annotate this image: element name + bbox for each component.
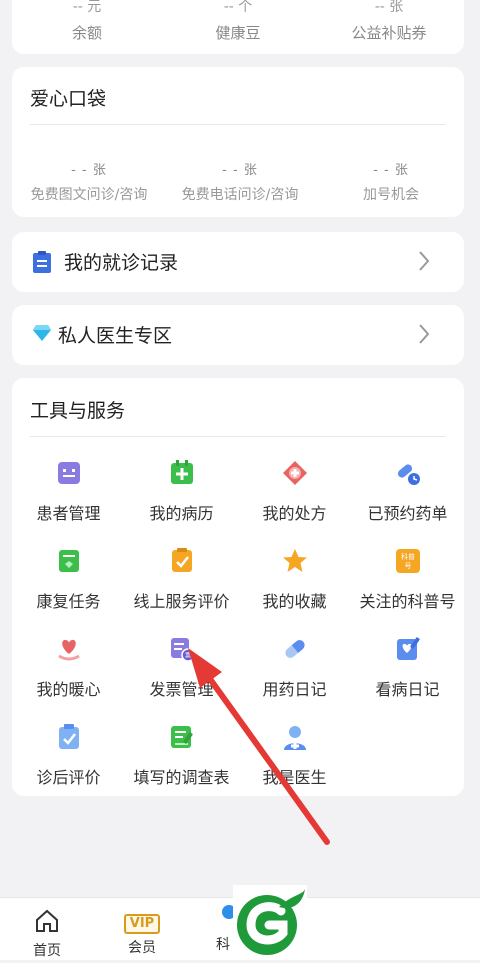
tool-visit-diary[interactable]: 看病日记 <box>351 636 464 700</box>
pocket-extra-appointment-value: - - 张 <box>373 163 409 178</box>
tool-label: 填写的调查表 <box>133 768 230 787</box>
tool-survey[interactable]: 填写的调查表 <box>125 724 238 788</box>
charity-coupon-value: -- 张 <box>374 0 404 15</box>
tool-medical-record[interactable]: 我的病历 <box>125 460 238 524</box>
wallet-card: -- 元 余额 -- 个 健康豆 -- 张 公益补贴券 <box>12 0 464 54</box>
tool-label: 发票管理 <box>149 680 214 699</box>
pocket-free-text-label: 免费图文问诊/咨询 <box>30 187 148 203</box>
medical-record-icon <box>169 460 195 486</box>
chevron-right-icon <box>418 250 430 276</box>
tool-label: 关注的科普号 <box>359 592 456 611</box>
pocket-free-phone-label: 免费电话问诊/咨询 <box>181 187 299 203</box>
visit-records-label: 我的就诊记录 <box>64 252 179 274</box>
service-review-icon <box>169 548 195 574</box>
svg-text:票: 票 <box>184 653 190 660</box>
nav-vip[interactable]: VIP 会员 <box>102 912 182 957</box>
tool-prescription[interactable]: 我的处方 <box>238 460 351 524</box>
private-doctor-row[interactable]: 私人医生专区 <box>12 305 464 365</box>
divider <box>30 124 446 125</box>
patient-management-icon <box>56 460 82 486</box>
love-pocket-card: 爱心口袋 - - 张 免费图文问诊/咨询 - - 张 免费电话问诊/咨询 - -… <box>12 67 464 217</box>
reserved-medicine-icon <box>395 460 421 486</box>
tool-label: 已预约药单 <box>367 504 448 523</box>
pocket-free-phone-consult[interactable]: - - 张 免费电话问诊/咨询 <box>165 159 315 204</box>
recovery-task-icon <box>56 548 82 574</box>
tool-label: 我的处方 <box>262 504 327 523</box>
balance-label: 余额 <box>71 24 102 42</box>
private-doctor-label: 私人医生专区 <box>58 325 173 347</box>
tool-invoice[interactable]: 票 发票管理 <box>125 636 238 700</box>
tool-label: 诊后评价 <box>36 768 101 787</box>
clipboard-icon <box>32 251 52 277</box>
pocket-free-text-consult[interactable]: - - 张 免费图文问诊/咨询 <box>14 159 164 204</box>
charity-coupon-label: 公益补贴券 <box>351 24 427 42</box>
tools-services-card: 工具与服务 患者管理 我的病历 我的处方 已预约药单 康复任务 线上服务评价 我… <box>12 378 464 796</box>
tool-science-account[interactable]: 科普号 关注的科普号 <box>351 548 464 612</box>
pocket-extra-appointment[interactable]: - - 张 加号机会 <box>316 159 466 204</box>
svg-text:科普: 科普 <box>401 552 415 561</box>
tool-favorites[interactable]: 我的收藏 <box>238 548 351 612</box>
pocket-free-text-value: - - 张 <box>71 163 107 178</box>
tool-label: 看病日记 <box>375 680 440 699</box>
nav-home[interactable]: 首页 <box>7 908 87 960</box>
health-beans-value: -- 个 <box>223 0 253 15</box>
tools-services-title: 工具与服务 <box>30 400 126 422</box>
tool-i-am-doctor[interactable]: 我是医生 <box>238 724 351 788</box>
science-account-icon: 科普号 <box>395 548 421 574</box>
svg-text:号: 号 <box>404 562 411 570</box>
favorites-star-icon <box>282 548 308 574</box>
visit-records-row[interactable]: 我的就诊记录 <box>12 232 464 292</box>
pill-diary-icon <box>282 636 308 662</box>
post-visit-review-icon <box>56 724 82 750</box>
tool-label: 我的暖心 <box>36 680 101 699</box>
tool-patient-management[interactable]: 患者管理 <box>12 460 125 524</box>
tool-pill-diary[interactable]: 用药日记 <box>238 636 351 700</box>
vip-icon: VIP <box>123 914 161 934</box>
pocket-free-phone-value: - - 张 <box>222 163 258 178</box>
tool-recovery-task[interactable]: 康复任务 <box>12 548 125 612</box>
tool-label: 康复任务 <box>36 592 101 611</box>
tool-reserved-medicine[interactable]: 已预约药单 <box>351 460 464 524</box>
balance-stat[interactable]: -- 元 余额 <box>12 0 162 43</box>
app-logo <box>233 885 307 959</box>
charity-coupon-stat[interactable]: -- 张 公益补贴券 <box>314 0 464 43</box>
warm-heart-icon <box>56 636 82 662</box>
tool-label: 我的收藏 <box>262 592 327 611</box>
divider <box>30 436 446 437</box>
health-beans-stat[interactable]: -- 个 健康豆 <box>163 0 313 43</box>
prescription-icon <box>282 460 308 486</box>
survey-icon <box>169 724 195 750</box>
tool-label: 我是医生 <box>262 768 327 787</box>
invoice-icon: 票 <box>169 636 195 662</box>
love-pocket-title: 爱心口袋 <box>30 88 107 110</box>
tool-post-visit-review[interactable]: 诊后评价 <box>12 724 125 788</box>
home-icon <box>36 909 58 932</box>
tool-label: 患者管理 <box>36 504 101 523</box>
health-beans-label: 健康豆 <box>215 24 261 42</box>
chevron-right-icon <box>418 323 430 349</box>
nav-vip-label: 会员 <box>128 940 156 956</box>
tool-label: 用药日记 <box>262 680 327 699</box>
tool-label: 线上服务评价 <box>133 592 230 611</box>
tool-label: 我的病历 <box>149 504 214 523</box>
pocket-extra-appointment-label: 加号机会 <box>363 187 419 203</box>
balance-value: -- 元 <box>72 0 102 15</box>
nav-home-label: 首页 <box>33 943 61 959</box>
doctor-icon <box>282 724 308 750</box>
diamond-icon <box>32 324 52 346</box>
tool-warm-heart[interactable]: 我的暖心 <box>12 636 125 700</box>
visit-diary-icon <box>395 636 421 662</box>
tool-service-review[interactable]: 线上服务评价 <box>125 548 238 612</box>
